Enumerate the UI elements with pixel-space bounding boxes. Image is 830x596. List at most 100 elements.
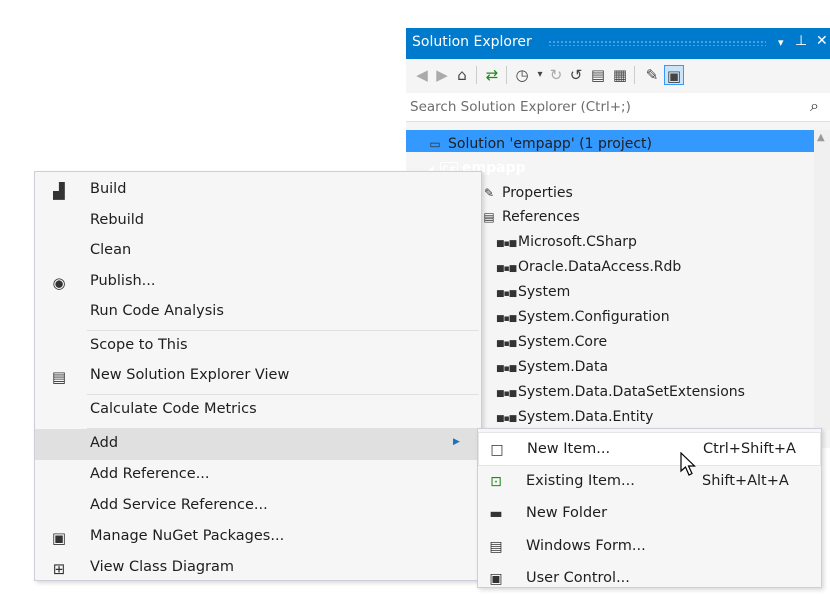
shortcut-label: Shift+Alt+A [702, 473, 789, 489]
submenu-item-label: Existing Item... [526, 473, 635, 489]
tree-label: System.Data.DataSetExtensions [518, 384, 745, 400]
search-placeholder: Search Solution Explorer (Ctrl+;) [410, 99, 631, 115]
back-icon[interactable]: ◀ [412, 65, 432, 85]
search-icon[interactable]: ⌕ [810, 96, 819, 116]
tree-label: System.Core [518, 334, 608, 350]
menu-item-add[interactable]: Add ▶ [35, 429, 481, 460]
menu-item-label: Publish... [90, 273, 156, 289]
tree-label: System.Data.Entity [518, 409, 654, 425]
menu-item-label: Build [90, 181, 127, 197]
pin-icon[interactable]: ⊥ [795, 33, 807, 49]
tree-label: Solution 'empapp' (1 project) [448, 136, 652, 152]
menu-item-label: Add Service Reference... [90, 497, 268, 513]
menu-item-clean[interactable]: Clean [35, 236, 481, 267]
menu-item-run-code-analysis[interactable]: Run Code Analysis [35, 297, 481, 328]
publish-icon: ◉ [52, 274, 66, 292]
menu-item-add-service-reference[interactable]: Add Service Reference... [35, 491, 481, 522]
panel-title: Solution Explorer [412, 34, 532, 50]
submenu-item-new-item[interactable]: □ New Item... Ctrl+Shift+A [478, 432, 821, 466]
project-context-menu: ▟ Build Rebuild Clean ◉ Publish... Run C… [34, 171, 482, 581]
submenu-item-user-control[interactable]: ▣ User Control... [478, 562, 821, 596]
reference-icon: ■▪■ [496, 314, 517, 324]
submenu-arrow-icon: ▶ [453, 437, 460, 447]
menu-item-scope-to-this[interactable]: Scope to This [35, 331, 481, 362]
drag-grip[interactable] [548, 40, 766, 46]
show-all-files-icon[interactable]: ▦ [610, 65, 630, 85]
mouse-cursor-icon [680, 452, 696, 476]
tree-label: System [518, 284, 571, 300]
menu-item-add-reference[interactable]: Add Reference... [35, 460, 481, 491]
tree-label: System.Data [518, 359, 609, 375]
submenu-item-label: Windows Form... [526, 538, 646, 554]
tree-node-reference[interactable]: ■▪■ System [496, 280, 570, 304]
add-submenu: □ New Item... Ctrl+Shift+A ⊡ Existing It… [477, 428, 822, 588]
tree-label: Properties [502, 185, 573, 201]
menu-item-rebuild[interactable]: Rebuild [35, 206, 481, 237]
menu-item-label: View Class Diagram [90, 559, 235, 575]
references-icon: ▤ [483, 210, 495, 224]
tree-node-reference[interactable]: ■▪■ Oracle.DataAccess.Rdb [496, 255, 681, 279]
search-box[interactable]: Search Solution Explorer (Ctrl+;) ⌕ [406, 93, 830, 122]
preview-selected-icon[interactable]: ▣ [664, 65, 684, 85]
tree-label: Microsoft.CSharp [518, 234, 637, 250]
tree-node-solution[interactable]: ▭ Solution 'empapp' (1 project) [426, 132, 652, 156]
menu-item-publish[interactable]: ◉ Publish... [35, 267, 481, 298]
reference-icon: ■▪■ [496, 389, 517, 399]
menu-item-manage-nuget-packages[interactable]: ▣ Manage NuGet Packages... [35, 522, 481, 553]
tree-node-properties[interactable]: ✎ Properties [480, 181, 573, 205]
dropdown-icon[interactable]: ▾ [778, 36, 784, 49]
menu-item-new-solution-explorer-view[interactable]: ▤ New Solution Explorer View [35, 361, 481, 392]
menu-item-label: Scope to This [90, 337, 188, 353]
menu-item-label: Add Reference... [90, 466, 210, 482]
submenu-item-new-folder[interactable]: ▬ New Folder [478, 497, 821, 531]
pending-changes-icon[interactable]: ◷ [512, 65, 532, 85]
nuget-icon: ▣ [51, 529, 67, 547]
submenu-item-label: User Control... [526, 570, 630, 586]
refresh-icon[interactable]: ↺ [566, 65, 586, 85]
menu-item-label: Run Code Analysis [90, 303, 224, 319]
tree-label: Oracle.DataAccess.Rdb [518, 259, 682, 275]
menu-item-label: Calculate Code Metrics [90, 401, 257, 417]
forward-icon[interactable]: ▶ [432, 65, 452, 85]
tree-node-reference[interactable]: ■▪■ System.Data.DataSetExtensions [496, 380, 745, 404]
refresh-disabled-icon[interactable]: ↻ [546, 65, 566, 85]
windows-form-icon: ▤ [489, 539, 503, 555]
shortcut-label: Ctrl+Shift+A [703, 441, 796, 457]
new-item-icon: □ [490, 442, 504, 458]
existing-item-icon: ⊡ [490, 474, 502, 490]
tree-node-reference[interactable]: ■▪■ System.Core [496, 330, 607, 354]
tree-node-reference[interactable]: ■▪■ Microsoft.CSharp [496, 230, 637, 254]
new-folder-icon: ▬ [489, 506, 503, 522]
class-diagram-icon: ⊞ [52, 560, 66, 578]
tree-node-reference[interactable]: ■▪■ System.Configuration [496, 305, 670, 329]
home-icon[interactable]: ⌂ [452, 65, 472, 85]
tree-node-references[interactable]: ▤ References [480, 205, 579, 229]
menu-item-label: Clean [90, 242, 132, 258]
sync-icon[interactable]: ⇄ [482, 65, 502, 85]
reference-icon: ■▪■ [496, 239, 517, 249]
menu-item-label: Rebuild [90, 212, 144, 228]
scrollbar[interactable]: ▲ [814, 130, 830, 430]
build-icon: ▟ [53, 182, 65, 200]
user-control-icon: ▣ [489, 571, 503, 587]
menu-item-calculate-code-metrics[interactable]: Calculate Code Metrics [35, 395, 481, 426]
reference-icon: ■▪■ [496, 364, 517, 374]
submenu-item-windows-form[interactable]: ▤ Windows Form... [478, 530, 821, 564]
tree-node-reference[interactable]: ■▪■ System.Data [496, 355, 608, 379]
tree-label: System.Configuration [518, 309, 670, 325]
menu-item-label: Add [90, 435, 119, 451]
menu-item-build[interactable]: ▟ Build [35, 175, 481, 206]
scroll-up-icon[interactable]: ▲ [817, 132, 825, 143]
submenu-item-label: New Folder [526, 505, 608, 521]
menu-item-label: Manage NuGet Packages... [90, 528, 285, 544]
solution-explorer-toolbar: ◀ ▶ ⌂ ⇄ ◷ ▾ ↻ ↺ ▤ ▦ ✎ ▣ [406, 59, 830, 91]
collapse-all-icon[interactable]: ▤ [588, 65, 608, 85]
submenu-item-label: New Item... [527, 441, 611, 457]
reference-icon: ■▪■ [496, 264, 517, 274]
reference-icon: ■▪■ [496, 339, 517, 349]
close-icon[interactable]: ✕ [816, 33, 828, 49]
submenu-item-existing-item[interactable]: ⊡ Existing Item... Shift+Alt+A [478, 465, 821, 499]
tree-node-reference[interactable]: ■▪■ System.Data.Entity [496, 405, 653, 429]
properties-icon[interactable]: ✎ [642, 65, 662, 85]
wrench-icon: ✎ [483, 186, 495, 200]
